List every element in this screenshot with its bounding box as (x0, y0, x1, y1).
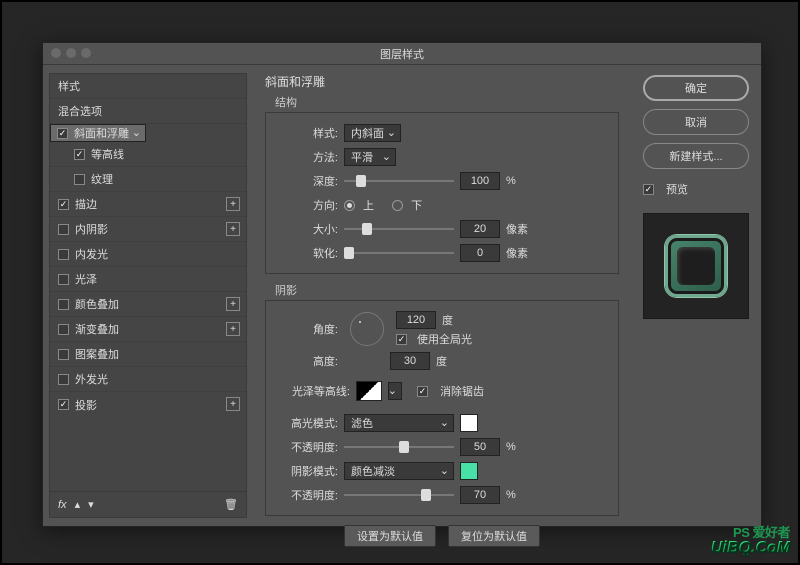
layer-style-dialog: 图层样式 样式 混合选项 斜面和浮雕 等高线 纹理 描边+ 内阴影+ 内发光 光… (42, 42, 762, 527)
window-controls[interactable] (51, 48, 91, 58)
gloss-contour-picker[interactable] (356, 381, 382, 401)
plus-icon[interactable]: + (226, 197, 240, 211)
angle-dial[interactable] (350, 312, 384, 346)
highlight-opacity-slider[interactable] (344, 440, 454, 454)
sidebar-item-contour[interactable]: 等高线 (50, 142, 246, 167)
sidebar-item-texture[interactable]: 纹理 (50, 167, 246, 192)
soften-slider[interactable] (344, 246, 454, 260)
checkbox-icon[interactable] (74, 149, 85, 160)
sidebar-footer: fx ▴ ▾ 🗑 (49, 492, 247, 518)
method-label: 方法: (276, 149, 338, 165)
plus-icon[interactable]: + (226, 297, 240, 311)
shadow-opacity-label: 不透明度: (276, 487, 338, 503)
angle-label: 角度: (276, 321, 338, 337)
style-select[interactable]: 内斜面 (344, 124, 401, 142)
reset-default-button[interactable]: 复位为默认值 (448, 525, 540, 547)
ok-button[interactable]: 确定 (643, 75, 749, 101)
gloss-contour-dropdown[interactable] (388, 382, 402, 400)
depth-label: 深度: (276, 173, 338, 189)
direction-up-radio[interactable] (344, 200, 355, 211)
arrow-up-icon[interactable]: ▴ (75, 498, 81, 511)
angle-input[interactable]: 120 (396, 311, 436, 329)
soften-label: 软化: (276, 245, 338, 261)
altitude-input[interactable]: 30 (390, 352, 430, 370)
depth-slider[interactable] (344, 174, 454, 188)
watermark-url: UiBQ.CoM (711, 539, 790, 557)
gloss-contour-label: 光泽等高线: (276, 383, 350, 399)
checkbox-icon[interactable] (58, 274, 69, 285)
preview-checkbox[interactable] (643, 184, 654, 195)
panel-heading: 斜面和浮雕 (265, 73, 619, 90)
trash-icon[interactable]: 🗑 (224, 498, 238, 511)
sidebar-item-stroke[interactable]: 描边+ (50, 192, 246, 217)
plus-icon[interactable]: + (226, 222, 240, 236)
structure-group: 样式:内斜面 方法:平滑 深度:100% 方向:上 下 大小:20像素 软化:0… (265, 112, 619, 274)
plus-icon[interactable]: + (226, 397, 240, 411)
effects-sidebar: 样式 混合选项 斜面和浮雕 等高线 纹理 描边+ 内阴影+ 内发光 光泽 颜色叠… (43, 65, 253, 526)
shadow-mode-select[interactable]: 颜色减淡 (344, 462, 454, 480)
sidebar-item-inner-shadow[interactable]: 内阴影+ (50, 217, 246, 242)
shadow-opacity-input[interactable]: 70 (460, 486, 500, 504)
shadow-mode-label: 阴影模式: (276, 463, 338, 479)
method-select[interactable]: 平滑 (344, 148, 396, 166)
highlight-mode-label: 高光模式: (276, 415, 338, 431)
checkbox-icon[interactable] (58, 324, 69, 335)
shadow-opacity-slider[interactable] (344, 488, 454, 502)
size-input[interactable]: 20 (460, 220, 500, 238)
highlight-color-swatch[interactable] (460, 414, 478, 432)
altitude-label: 高度: (276, 353, 338, 369)
preview-thumbnail (643, 213, 749, 319)
plus-icon[interactable]: + (226, 322, 240, 336)
checkbox-icon[interactable] (58, 199, 69, 210)
checkbox-icon[interactable] (57, 128, 68, 139)
antialias-checkbox[interactable] (417, 386, 428, 397)
shadow-color-swatch[interactable] (460, 462, 478, 480)
sidebar-styles-header[interactable]: 样式 (50, 74, 246, 99)
sidebar-item-outer-glow[interactable]: 外发光 (50, 367, 246, 392)
preview-label: 预览 (666, 181, 688, 197)
global-light-checkbox[interactable] (396, 334, 407, 345)
settings-panel: 斜面和浮雕 结构 样式:内斜面 方法:平滑 深度:100% 方向:上 下 大小:… (253, 65, 631, 526)
highlight-opacity-input[interactable]: 50 (460, 438, 500, 456)
direction-down-radio[interactable] (392, 200, 403, 211)
dialog-title: 图层样式 (380, 49, 424, 61)
dialog-actions: 确定 取消 新建样式... 预览 (631, 65, 761, 526)
soften-input[interactable]: 0 (460, 244, 500, 262)
cancel-button[interactable]: 取消 (643, 109, 749, 135)
sidebar-item-inner-glow[interactable]: 内发光 (50, 242, 246, 267)
checkbox-icon[interactable] (58, 224, 69, 235)
checkbox-icon[interactable] (58, 299, 69, 310)
checkbox-icon[interactable] (58, 249, 69, 260)
sidebar-item-bevel[interactable]: 斜面和浮雕 (50, 124, 146, 142)
size-slider[interactable] (344, 222, 454, 236)
new-style-button[interactable]: 新建样式... (643, 143, 749, 169)
sidebar-blend-options[interactable]: 混合选项 (50, 99, 246, 124)
sidebar-item-satin[interactable]: 光泽 (50, 267, 246, 292)
checkbox-icon[interactable] (58, 374, 69, 385)
structure-label: 结构 (275, 94, 619, 110)
make-default-button[interactable]: 设置为默认值 (344, 525, 436, 547)
highlight-mode-select[interactable]: 滤色 (344, 414, 454, 432)
direction-label: 方向: (276, 197, 338, 213)
checkbox-icon[interactable] (58, 349, 69, 360)
titlebar: 图层样式 (43, 43, 761, 65)
arrow-down-icon[interactable]: ▾ (88, 498, 94, 511)
checkbox-icon[interactable] (74, 174, 85, 185)
shading-group: 角度: 120度 使用全局光 高度:30度 光泽等高线: 消除锯齿 高光模式:滤… (265, 300, 619, 516)
sidebar-item-drop-shadow[interactable]: 投影+ (50, 392, 246, 417)
shading-label: 阴影 (275, 282, 619, 298)
depth-input[interactable]: 100 (460, 172, 500, 190)
sidebar-item-pattern-overlay[interactable]: 图案叠加 (50, 342, 246, 367)
sidebar-item-color-overlay[interactable]: 颜色叠加+ (50, 292, 246, 317)
style-label: 样式: (276, 125, 338, 141)
sidebar-item-gradient-overlay[interactable]: 渐变叠加+ (50, 317, 246, 342)
checkbox-icon[interactable] (58, 399, 69, 410)
fx-icon[interactable]: fx (58, 499, 67, 511)
size-label: 大小: (276, 221, 338, 237)
highlight-opacity-label: 不透明度: (276, 439, 338, 455)
